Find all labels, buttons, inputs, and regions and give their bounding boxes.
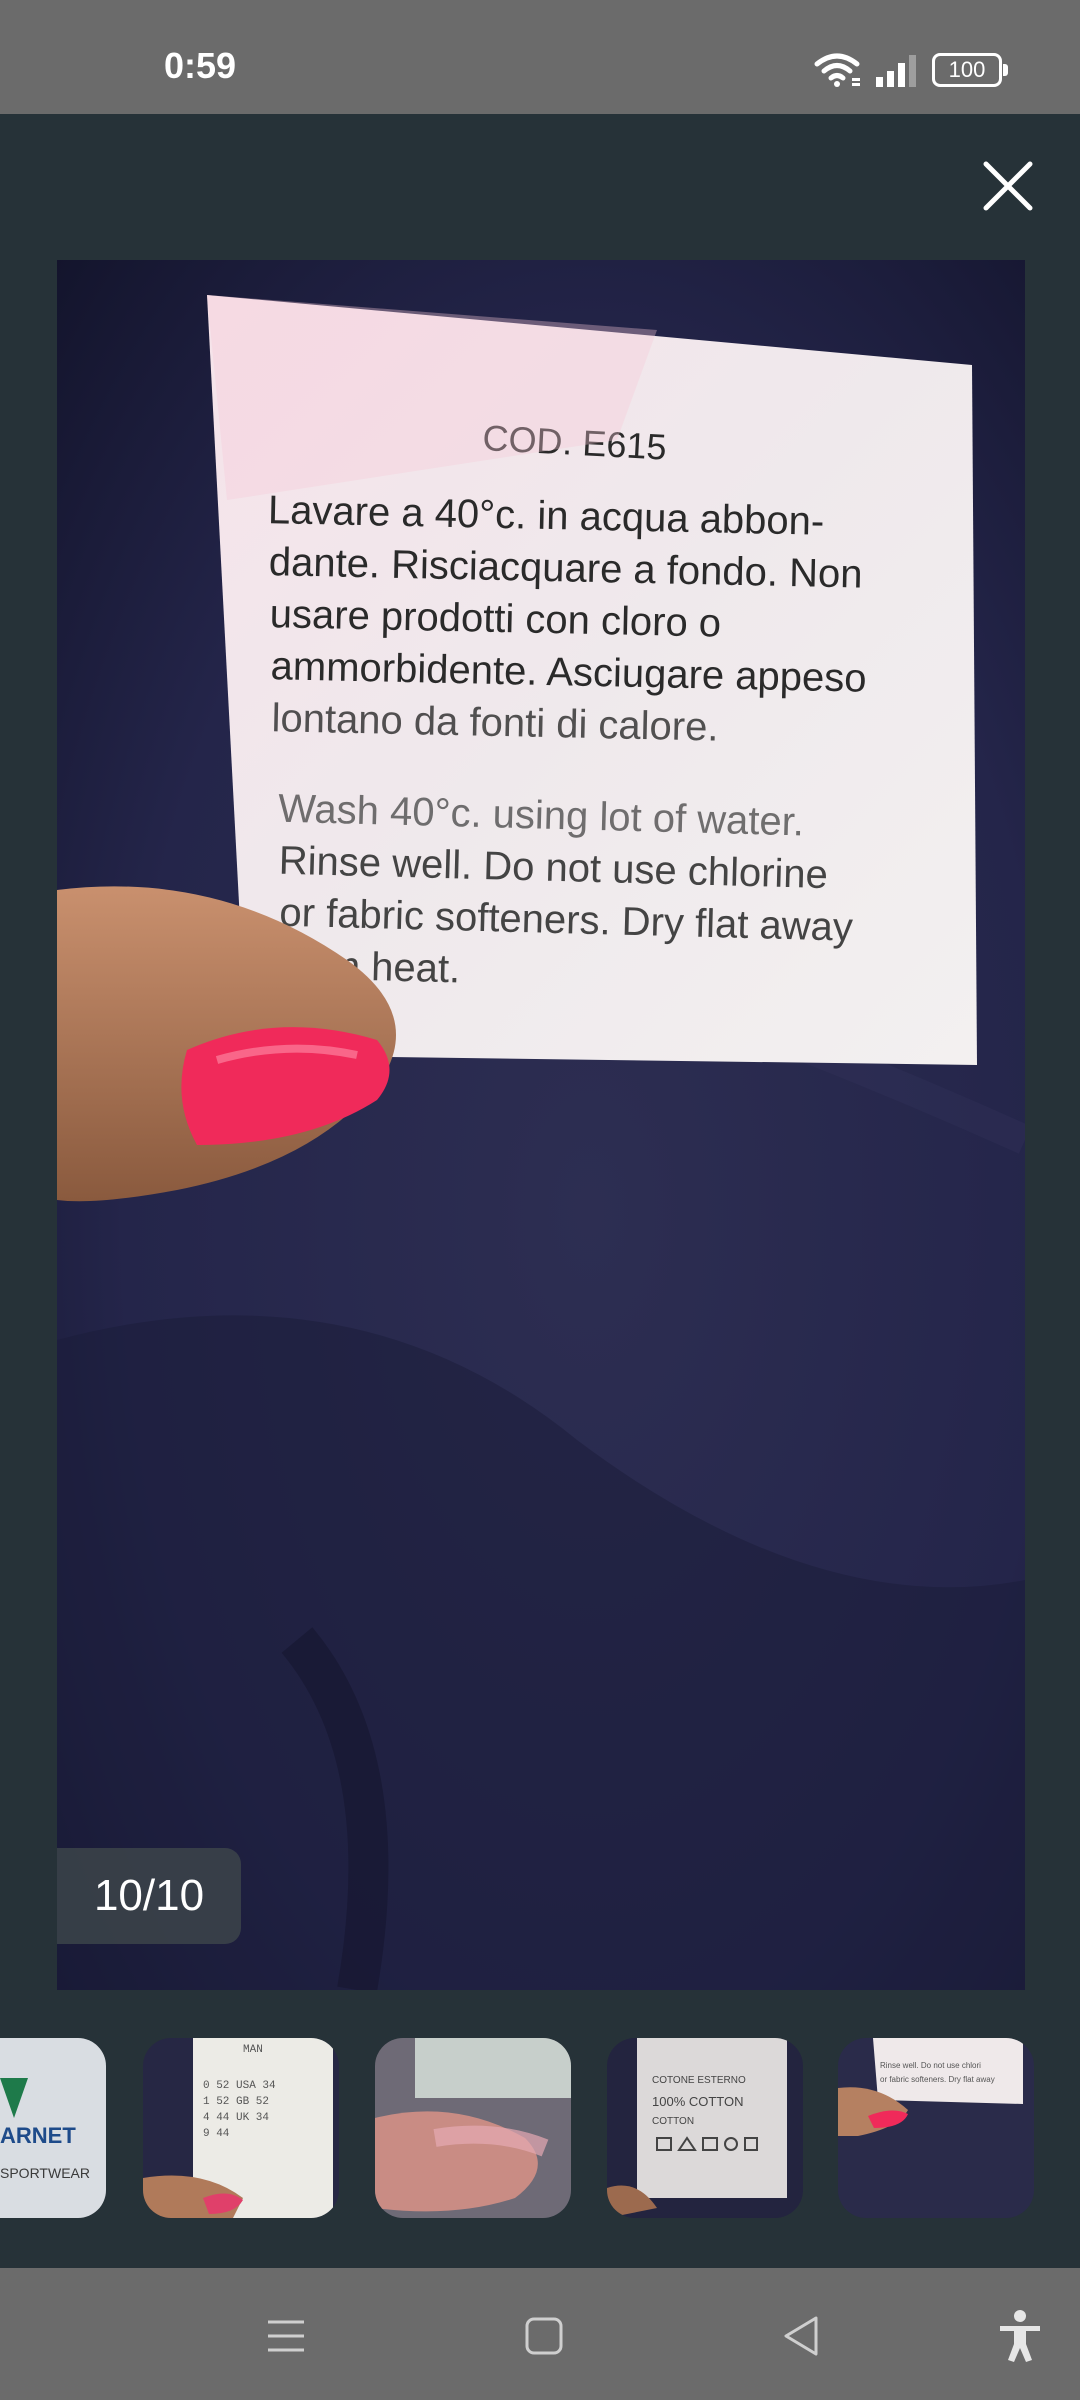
wifi-icon (814, 53, 860, 87)
thumb-text: or fabric softeners. Dry flat away (880, 2075, 995, 2084)
thumb-text: 100% COTTON (652, 2094, 744, 2109)
thumb-text: COTTON (652, 2116, 694, 2127)
thumb-text: COTONE ESTERNO (652, 2075, 746, 2086)
status-time: 0:59 (164, 45, 237, 86)
thumbnail-image: ARNET SPORTWEAR (0, 2038, 106, 2218)
home-button[interactable] (514, 2306, 574, 2366)
menu-button[interactable] (256, 2306, 316, 2366)
thumb-text: MAN (243, 2044, 263, 2056)
close-button[interactable] (976, 154, 1040, 218)
battery-level: 100 (948, 57, 986, 82)
photo-image: COD. E615 Lavare a 40°c. in acqua abbon-… (57, 260, 1025, 1990)
home-icon (525, 2317, 563, 2355)
thumb-text: SPORTWEAR (0, 2165, 90, 2181)
navigation-bar (0, 2268, 1080, 2400)
accessibility-button[interactable] (990, 2306, 1050, 2366)
battery-icon: 100 (932, 53, 1008, 87)
thumbnail-1[interactable]: ARNET SPORTWEAR (0, 2038, 106, 2218)
thumbnail-3[interactable] (375, 2038, 571, 2218)
thumbnail-5-selected[interactable]: Rinse well. Do not use chlori or fabric … (838, 2038, 1034, 2218)
status-icons: 100 (814, 50, 1008, 90)
menu-icon (268, 2320, 304, 2352)
thumbnail-image: COTONE ESTERNO 100% COTTON COTTON (607, 2038, 803, 2218)
thumbnail-strip[interactable]: ARNET SPORTWEAR MAN 0 52 USA 34 1 52 GB … (0, 2038, 1080, 2220)
thumbnail-4[interactable]: COTONE ESTERNO 100% COTTON COTTON (607, 2038, 803, 2218)
thumb-text: ARNET (0, 2123, 76, 2148)
thumb-text: Rinse well. Do not use chlori (880, 2061, 981, 2070)
thumb-text: 9 44 (203, 2128, 230, 2140)
thumb-text: 0 52 USA 34 (203, 2080, 276, 2092)
signal-icon (876, 55, 916, 87)
status-bar: 0:59 100 (0, 0, 1080, 114)
thumb-text: 1 52 GB 52 (203, 2096, 269, 2108)
close-icon (983, 161, 1033, 211)
accessibility-icon (1000, 2310, 1040, 2362)
thumbnail-image (375, 2038, 571, 2218)
thumbnail-2[interactable]: MAN 0 52 USA 34 1 52 GB 52 4 44 UK 34 9 … (143, 2038, 339, 2218)
thumb-text: 4 44 UK 34 (203, 2112, 269, 2124)
thumbnail-image: MAN 0 52 USA 34 1 52 GB 52 4 44 UK 34 9 … (143, 2038, 339, 2218)
label-it-line: lontano da fonti di calore. (271, 696, 719, 749)
back-button[interactable] (772, 2306, 832, 2366)
thumbnail-image: Rinse well. Do not use chlori or fabric … (838, 2038, 1034, 2218)
main-photo[interactable]: COD. E615 Lavare a 40°c. in acqua abbon-… (57, 260, 1025, 1990)
back-icon (784, 2316, 818, 2356)
image-counter: 10/10 (57, 1848, 241, 1944)
